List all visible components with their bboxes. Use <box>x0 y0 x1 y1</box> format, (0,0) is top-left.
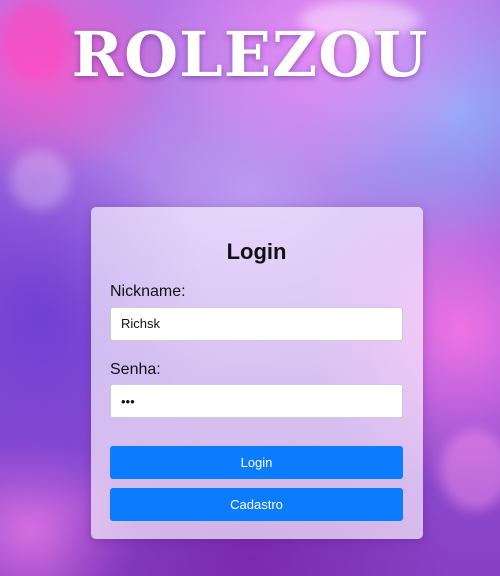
stage-light <box>10 150 70 210</box>
password-input[interactable] <box>110 384 403 419</box>
password-label: Senha: <box>110 360 161 378</box>
login-title: Login <box>226 239 287 264</box>
nickname-input[interactable] <box>110 306 403 341</box>
login-button[interactable]: Login <box>110 446 403 480</box>
login-card: Login Nickname: Senha: Login Cadastro <box>91 207 423 539</box>
stage-light <box>440 430 500 510</box>
register-button[interactable]: Cadastro <box>110 488 403 522</box>
brand-logo: ROLEZOU <box>71 18 429 91</box>
nickname-label: Nickname: <box>110 283 186 300</box>
